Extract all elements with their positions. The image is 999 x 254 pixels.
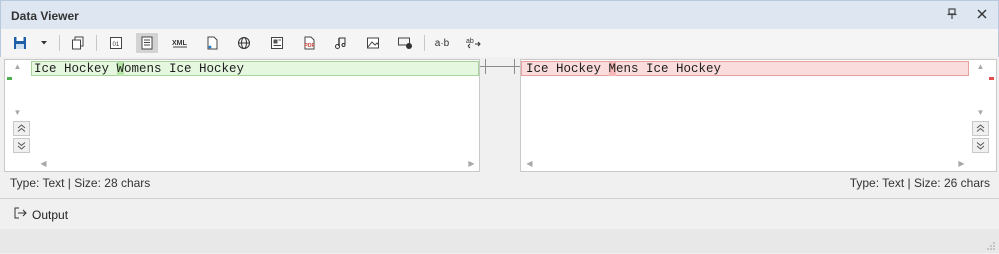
next-diff-icon[interactable] — [13, 138, 30, 153]
left-diff-line[interactable]: Ice Hockey Womens Ice Hockey — [31, 61, 479, 76]
dropdown-icon[interactable] — [37, 33, 51, 53]
data-viewer-window: Data Viewer 01 XML PDF a·b ab ▲ ▼ Ice Ho… — [0, 0, 999, 253]
swap-icon[interactable]: ab — [463, 33, 485, 53]
right-horizontal-scrollbar[interactable]: ◀ ▶ — [521, 157, 971, 170]
scroll-left-icon[interactable]: ◀ — [525, 159, 534, 168]
left-gutter: ▲ ▼ — [5, 60, 31, 171]
output-icon — [14, 207, 28, 222]
copy-icon[interactable] — [67, 33, 89, 53]
pin-icon[interactable] — [945, 8, 959, 22]
spatial-icon[interactable] — [394, 33, 416, 53]
ab-compare-icon[interactable]: a·b — [431, 33, 453, 53]
added-marker — [7, 77, 12, 80]
right-vertical-scrollbar[interactable]: ▲ ▼ — [972, 60, 989, 171]
svg-text:XML: XML — [172, 40, 188, 47]
rtf-icon[interactable] — [266, 33, 288, 53]
svg-text:PDF: PDF — [305, 43, 315, 49]
json-icon[interactable] — [201, 33, 223, 53]
unchanged-text: ens Ice Hockey — [616, 62, 722, 76]
text-icon[interactable] — [136, 33, 158, 53]
hex-icon[interactable]: 01 — [105, 33, 127, 53]
scroll-left-icon[interactable]: ◀ — [39, 159, 48, 168]
wave-icon[interactable] — [330, 33, 352, 53]
output-tab[interactable]: Output — [14, 207, 68, 222]
removed-text: M — [608, 62, 617, 76]
output-label: Output — [32, 207, 69, 222]
scroll-up-icon[interactable]: ▲ — [13, 62, 22, 71]
right-status-text: Type: Text | Size: 26 chars — [849, 176, 990, 190]
right-diff-line[interactable]: Ice Hockey Mens Ice Hockey — [521, 61, 969, 76]
connector-right — [514, 59, 515, 74]
window-title: Data Viewer — [11, 9, 79, 23]
prev-diff-icon[interactable] — [13, 121, 30, 136]
web-icon[interactable] — [233, 33, 255, 53]
left-compare-pane[interactable]: ▲ ▼ Ice Hockey Womens Ice Hockey ◀ ▶ — [4, 59, 480, 172]
scroll-down-icon[interactable]: ▼ — [13, 108, 22, 117]
scroll-up-icon[interactable]: ▲ — [976, 62, 985, 71]
toolbar: 01 XML PDF a·b ab — [0, 29, 999, 57]
right-compare-pane[interactable]: Ice Hockey Mens Ice Hockey ▲ ▼ ◀ ▶ — [520, 59, 997, 172]
title-bar: Data Viewer — [0, 0, 999, 29]
scroll-right-icon[interactable]: ▶ — [467, 159, 476, 168]
added-text: W — [116, 62, 125, 76]
removed-marker — [989, 77, 994, 80]
prev-diff-icon[interactable] — [972, 121, 989, 136]
next-diff-icon[interactable] — [972, 138, 989, 153]
save-icon[interactable] — [9, 33, 31, 53]
unchanged-text: omens Ice Hockey — [124, 62, 245, 76]
image-icon[interactable] — [362, 33, 384, 53]
bottom-bar — [0, 229, 999, 253]
footer-panel: Output — [0, 198, 999, 229]
unchanged-text: Ice Hockey — [34, 62, 117, 76]
unchanged-text: Ice Hockey — [526, 62, 609, 76]
left-status-text: Type: Text | Size: 28 chars — [10, 176, 151, 190]
pdf-icon[interactable]: PDF — [298, 33, 320, 53]
svg-text:01: 01 — [113, 42, 120, 48]
scroll-right-icon[interactable]: ▶ — [957, 159, 966, 168]
left-horizontal-scrollbar[interactable]: ◀ ▶ — [31, 157, 474, 170]
close-icon[interactable] — [974, 7, 990, 23]
resize-grip-icon[interactable] — [986, 240, 996, 250]
scroll-down-icon[interactable]: ▼ — [976, 108, 985, 117]
xml-icon[interactable]: XML — [169, 33, 191, 53]
